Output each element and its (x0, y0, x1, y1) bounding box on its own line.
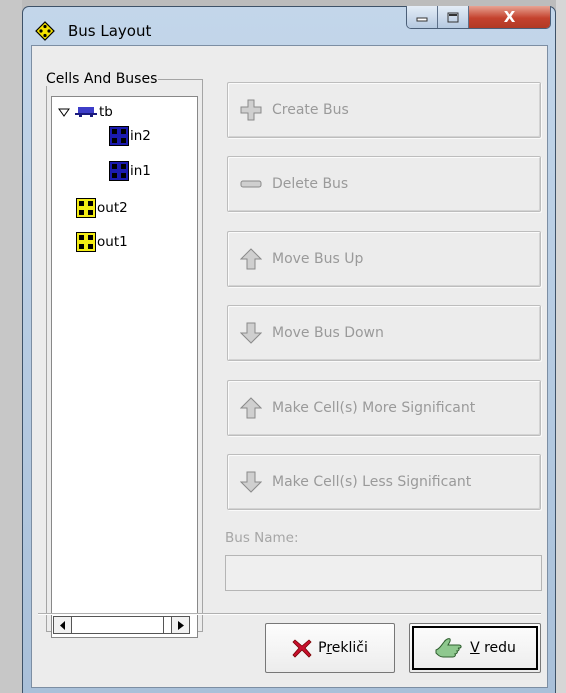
expand-toggle-icon[interactable] (57, 105, 71, 119)
minimize-button[interactable] (407, 6, 438, 28)
tree-node-tb[interactable]: tb (57, 101, 113, 123)
maximize-icon (447, 12, 459, 22)
tree-node-out2[interactable]: out2 (76, 197, 128, 219)
input-cell-icon (109, 126, 129, 146)
move-bus-up-label: Move Bus Up (272, 251, 364, 267)
bus-name-field[interactable] (225, 555, 542, 591)
ok-label: V redu (470, 640, 516, 656)
tree-node-label: out1 (97, 234, 128, 250)
scroll-left-button[interactable] (54, 617, 72, 633)
make-more-significant-button[interactable]: Make Cell(s) More Significant (227, 380, 541, 436)
bus-name-label: Bus Name: (225, 530, 299, 546)
caption-buttons: X (406, 6, 551, 29)
bus-layout-window: Bus Layout X Cells And Buses tb in2 in1 … (22, 6, 556, 693)
move-bus-down-button[interactable]: Move Bus Down (227, 305, 541, 361)
tree-node-label: out2 (97, 200, 128, 216)
tree-node-out1[interactable]: out1 (76, 231, 128, 253)
arrow-down-icon (240, 322, 262, 344)
minus-icon (240, 180, 262, 188)
window-title: Bus Layout (68, 22, 152, 40)
tree-node-label: tb (99, 104, 113, 120)
output-cell-icon (76, 198, 96, 218)
move-bus-down-label: Move Bus Down (272, 325, 384, 341)
cells-and-buses-group: Cells And Buses tb in2 in1 out2 out1 (46, 71, 203, 638)
make-less-significant-button[interactable]: Make Cell(s) Less Significant (227, 454, 541, 510)
tree-node-in2[interactable]: in2 (109, 125, 151, 147)
scroll-right-button[interactable] (171, 617, 189, 633)
cells-and-buses-label: Cells And Buses (46, 71, 158, 87)
plus-icon (240, 99, 262, 121)
create-bus-label: Create Bus (272, 102, 349, 118)
tree-node-label: in1 (130, 163, 151, 179)
app-icon (35, 21, 55, 41)
dialog-body: Cells And Buses tb in2 in1 out2 out1 Cre… (31, 45, 548, 688)
close-icon: X (503, 8, 516, 26)
cancel-x-icon (292, 639, 312, 658)
arrow-right-icon (177, 620, 184, 630)
cells-and-buses-tree[interactable]: tb in2 in1 out2 out1 (51, 96, 198, 638)
delete-bus-label: Delete Bus (272, 176, 349, 192)
desktop-background (0, 0, 22, 693)
tree-node-label: in2 (130, 128, 151, 144)
tree-node-in1[interactable]: in1 (109, 160, 151, 182)
cancel-label: Prekliči (318, 640, 368, 656)
horizontal-scrollbar[interactable] (53, 616, 190, 634)
output-cell-icon (76, 232, 96, 252)
title-bar[interactable]: Bus Layout X (23, 6, 555, 45)
minimize-icon (416, 17, 428, 22)
close-button[interactable]: X (469, 6, 550, 28)
delete-bus-button[interactable]: Delete Bus (227, 156, 541, 212)
cancel-button[interactable]: Prekliči (265, 623, 395, 673)
arrow-left-icon (59, 620, 65, 630)
ok-button[interactable]: V redu (409, 623, 541, 673)
scrollbar-thumb[interactable] (72, 617, 164, 633)
move-bus-up-button[interactable]: Move Bus Up (227, 231, 541, 287)
input-cell-icon (109, 161, 129, 181)
separator (38, 613, 541, 615)
make-more-significant-label: Make Cell(s) More Significant (272, 400, 476, 416)
make-less-significant-label: Make Cell(s) Less Significant (272, 474, 472, 490)
bus-icon (75, 107, 97, 117)
ok-hand-icon (435, 638, 462, 658)
desktop-background-right (556, 0, 566, 693)
arrow-down-icon (240, 471, 262, 493)
create-bus-button[interactable]: Create Bus (227, 82, 541, 138)
arrow-up-icon (240, 397, 262, 419)
maximize-button[interactable] (438, 6, 469, 28)
arrow-up-icon (240, 248, 262, 270)
